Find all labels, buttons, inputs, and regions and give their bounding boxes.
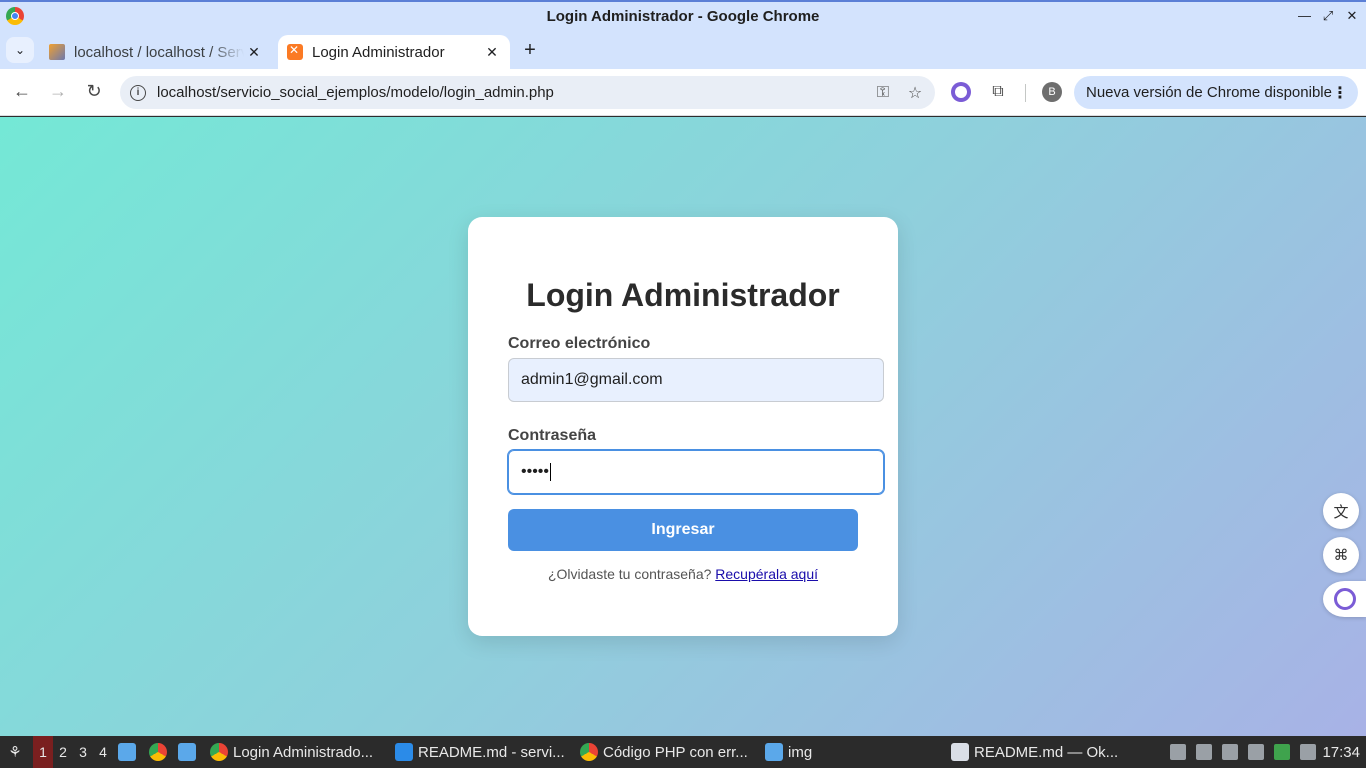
password-value: •••••	[521, 463, 550, 480]
star-icon[interactable]: ☆	[903, 83, 927, 103]
folder-icon	[118, 743, 136, 761]
workspace-2[interactable]: 2	[53, 736, 73, 768]
start-menu-icon[interactable]: ⚘	[4, 736, 26, 768]
window-launcher[interactable]	[178, 736, 201, 768]
vscode-icon	[395, 743, 413, 761]
chrome-icon	[149, 743, 167, 761]
taskbar: ⚘ 1 2 3 4 Login Administrado... README.m…	[0, 736, 1366, 768]
forgot-prefix: ¿Olvidaste tu contraseña?	[547, 566, 712, 582]
update-chrome-button[interactable]: Nueva versión de Chrome disponible ⋮	[1074, 76, 1358, 109]
phpmyadmin-icon	[49, 44, 65, 60]
login-card: Login Administrador Correo electrónico a…	[468, 217, 898, 636]
update-label: Nueva versión de Chrome disponible	[1086, 84, 1332, 101]
minimize-icon[interactable]: —	[1298, 8, 1311, 24]
menu-icon[interactable]: ⋮	[1332, 83, 1348, 103]
system-tray	[1170, 744, 1316, 760]
tab-login-administrador[interactable]: Login Administrador ✕	[278, 35, 510, 69]
window-icon	[178, 743, 196, 761]
submit-button[interactable]: Ingresar	[508, 509, 858, 551]
okular-icon	[951, 743, 969, 761]
window-titlebar: Login Administrador - Google Chrome — ⤢ …	[0, 0, 1366, 31]
task-codigo-php[interactable]: Código PHP con err...	[580, 736, 748, 768]
tab-phpmyadmin[interactable]: localhost / localhost / Servidor ✕	[40, 35, 272, 69]
email-field[interactable]: admin1@gmail.com	[508, 358, 884, 402]
task-img-folder[interactable]: img	[765, 736, 812, 768]
task-login-administrador[interactable]: Login Administrado...	[210, 736, 373, 768]
tab-title: localhost / localhost / Servidor	[74, 43, 244, 61]
puzzle-icon[interactable]: ⧉	[987, 81, 1009, 103]
text-caret	[550, 463, 552, 481]
task-label: img	[788, 743, 813, 761]
assistant-icon	[1333, 588, 1356, 610]
address-bar[interactable]: i localhost/servicio_social_ejemplos/mod…	[120, 76, 935, 109]
page-title: Login Administrador	[526, 277, 840, 313]
task-readme-vscode[interactable]: README.md - servi...	[395, 736, 565, 768]
chrome-icon	[580, 743, 598, 761]
chrome-icon	[6, 7, 24, 25]
reload-button[interactable]: ↻	[82, 79, 106, 103]
close-icon[interactable]: ✕	[244, 44, 264, 61]
battery-icon[interactable]	[1274, 744, 1290, 760]
email-value: admin1@gmail.com	[521, 371, 663, 388]
recover-password-link[interactable]: Recupérala aquí	[715, 566, 818, 582]
avatar[interactable]: B	[1042, 82, 1062, 102]
translate-icon[interactable]: 文	[1323, 493, 1359, 529]
task-label: README.md — Ok...	[974, 743, 1119, 761]
workspace-4[interactable]: 4	[93, 736, 113, 768]
password-label: Contraseña	[508, 427, 597, 444]
display-icon[interactable]	[1248, 744, 1264, 760]
page-viewport: Login Administrador Correo electrónico a…	[0, 117, 1366, 736]
tab-search-button[interactable]: ⌄	[6, 37, 34, 63]
notification-icon[interactable]	[1300, 744, 1316, 760]
volume-muted-icon[interactable]	[1196, 744, 1212, 760]
workspace-1[interactable]: 1	[33, 736, 53, 768]
browser-toolbar: ← → ↻ i localhost/servicio_social_ejempl…	[0, 69, 1366, 116]
maximize-icon[interactable]: ⤢	[1322, 8, 1334, 24]
workspace-3[interactable]: 3	[73, 736, 93, 768]
task-label: README.md - servi...	[418, 743, 565, 761]
tab-title: Login Administrador	[312, 43, 445, 61]
password-field[interactable]: •••••	[507, 449, 885, 495]
chevron-down-icon: ⌄	[14, 43, 26, 57]
back-button[interactable]: ←	[10, 79, 34, 103]
close-icon[interactable]: ✕	[482, 44, 502, 61]
task-label: Login Administrado...	[233, 743, 374, 761]
key-icon[interactable]: ⚿	[871, 84, 895, 102]
extension-icon[interactable]	[951, 82, 971, 102]
task-label: Código PHP con err...	[603, 743, 748, 761]
task-readme-okular[interactable]: README.md — Ok...	[951, 736, 1118, 768]
url-text[interactable]: localhost/servicio_social_ejemplos/model…	[157, 84, 871, 101]
forgot-password: ¿Olvidaste tu contraseña? Recupérala aqu…	[468, 566, 898, 582]
tab-strip: ⌄ localhost / localhost / Servidor ✕ Log…	[0, 31, 1366, 69]
forward-button[interactable]: →	[46, 79, 70, 103]
chrome-launcher[interactable]	[149, 736, 172, 768]
window-title: Login Administrador - Google Chrome	[546, 8, 820, 25]
window-controls: — ⤢ ✕	[1298, 8, 1358, 24]
chrome-icon	[210, 743, 228, 761]
email-label: Correo electrónico	[508, 335, 651, 352]
new-tab-button[interactable]: +	[518, 39, 542, 63]
site-info-icon[interactable]: i	[130, 84, 146, 101]
file-manager-launcher[interactable]	[118, 736, 141, 768]
command-icon[interactable]: ⌘	[1323, 537, 1359, 573]
folder-icon	[765, 743, 783, 761]
xampp-icon	[287, 43, 303, 60]
clipboard-icon[interactable]	[1170, 744, 1186, 760]
assistant-button[interactable]	[1323, 581, 1366, 617]
clock[interactable]: 17:34	[1322, 736, 1360, 768]
toolbar-divider	[1025, 84, 1026, 102]
close-icon[interactable]: ✕	[1346, 8, 1358, 24]
bluetooth-icon[interactable]	[1222, 744, 1238, 760]
